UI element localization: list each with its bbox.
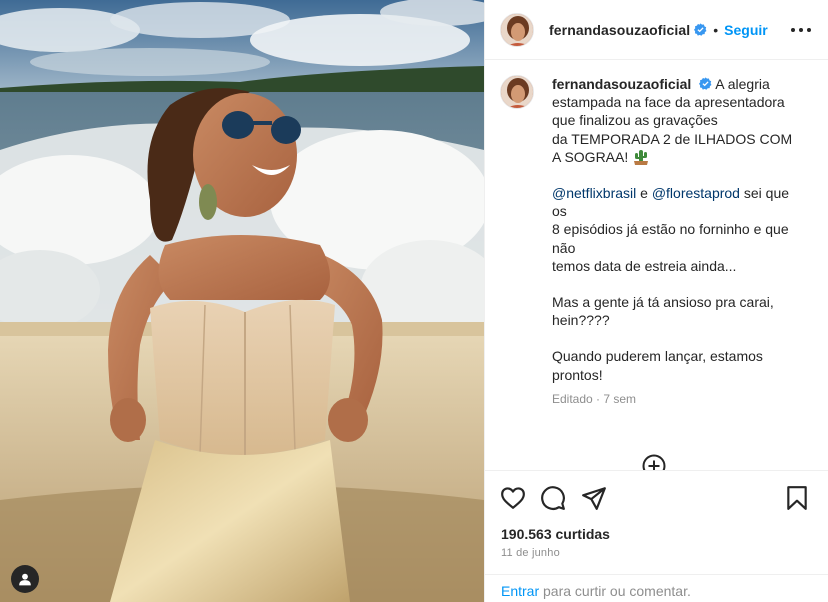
likes-count[interactable]: 190.563 curtidas [501, 526, 610, 542]
follow-button[interactable]: Seguir [724, 22, 768, 38]
caption: fernandasouzaoficial A alegria estampada… [500, 75, 813, 408]
caption-line: Mas a gente já tá ansioso pra carai, hei… [552, 294, 774, 329]
mention-link[interactable]: @florestaprod [652, 185, 740, 201]
caption-meta: Editado · 7 sem [552, 391, 637, 406]
post-side-panel: fernandasouzaoficial • Seguir fernandaso… [484, 0, 828, 602]
photo-scene [0, 0, 484, 602]
verified-badge-icon [694, 23, 707, 36]
post-header: fernandasouzaoficial • Seguir [485, 0, 828, 60]
header-username[interactable]: fernandasouzaoficial [549, 22, 690, 38]
action-bar: 190.563 curtidas 11 de junho [485, 470, 828, 574]
caption-line: Quando puderem lançar, estamos prontos! [552, 348, 763, 383]
plus-circle-icon[interactable] [642, 454, 666, 470]
mention-link[interactable]: @netflixbrasil [552, 185, 636, 201]
share-icon[interactable] [581, 485, 607, 511]
caption-line: temos data de estreia ainda... [552, 257, 737, 274]
more-options-icon[interactable] [791, 21, 811, 39]
cactus-icon [634, 149, 649, 165]
caption-line: 8 episódios já estão no forninho e que n… [552, 221, 789, 256]
avatar-image [501, 13, 533, 46]
user-tag-icon [19, 573, 31, 586]
comment-login-bar: Entrar para curtir ou comentar. [485, 574, 828, 602]
avatar[interactable] [500, 12, 534, 47]
caption-username[interactable]: fernandasouzaoficial [552, 76, 691, 92]
avatar-image [501, 76, 533, 108]
login-link[interactable]: Entrar [501, 583, 539, 599]
comment-login-text: para curtir ou comentar. [543, 583, 691, 599]
caption-line: da TEMPORADA 2 de ILHADOS COM A SOGRAA! [552, 130, 793, 165]
comment-icon[interactable] [540, 485, 566, 511]
verified-badge-icon [699, 77, 712, 90]
caption-text: fernandasouzaoficial A alegria estampada… [552, 75, 796, 408]
post-photo[interactable] [0, 0, 484, 602]
user-tag-button[interactable] [11, 565, 39, 593]
comments-area: fernandasouzaoficial A alegria estampada… [485, 61, 828, 470]
heart-icon[interactable] [500, 485, 526, 511]
caption-connector: e [640, 185, 648, 202]
header-separator: • [713, 21, 719, 38]
post-date[interactable]: 11 de junho [501, 547, 560, 559]
caption-avatar[interactable] [500, 75, 534, 109]
bookmark-icon[interactable] [784, 485, 810, 511]
